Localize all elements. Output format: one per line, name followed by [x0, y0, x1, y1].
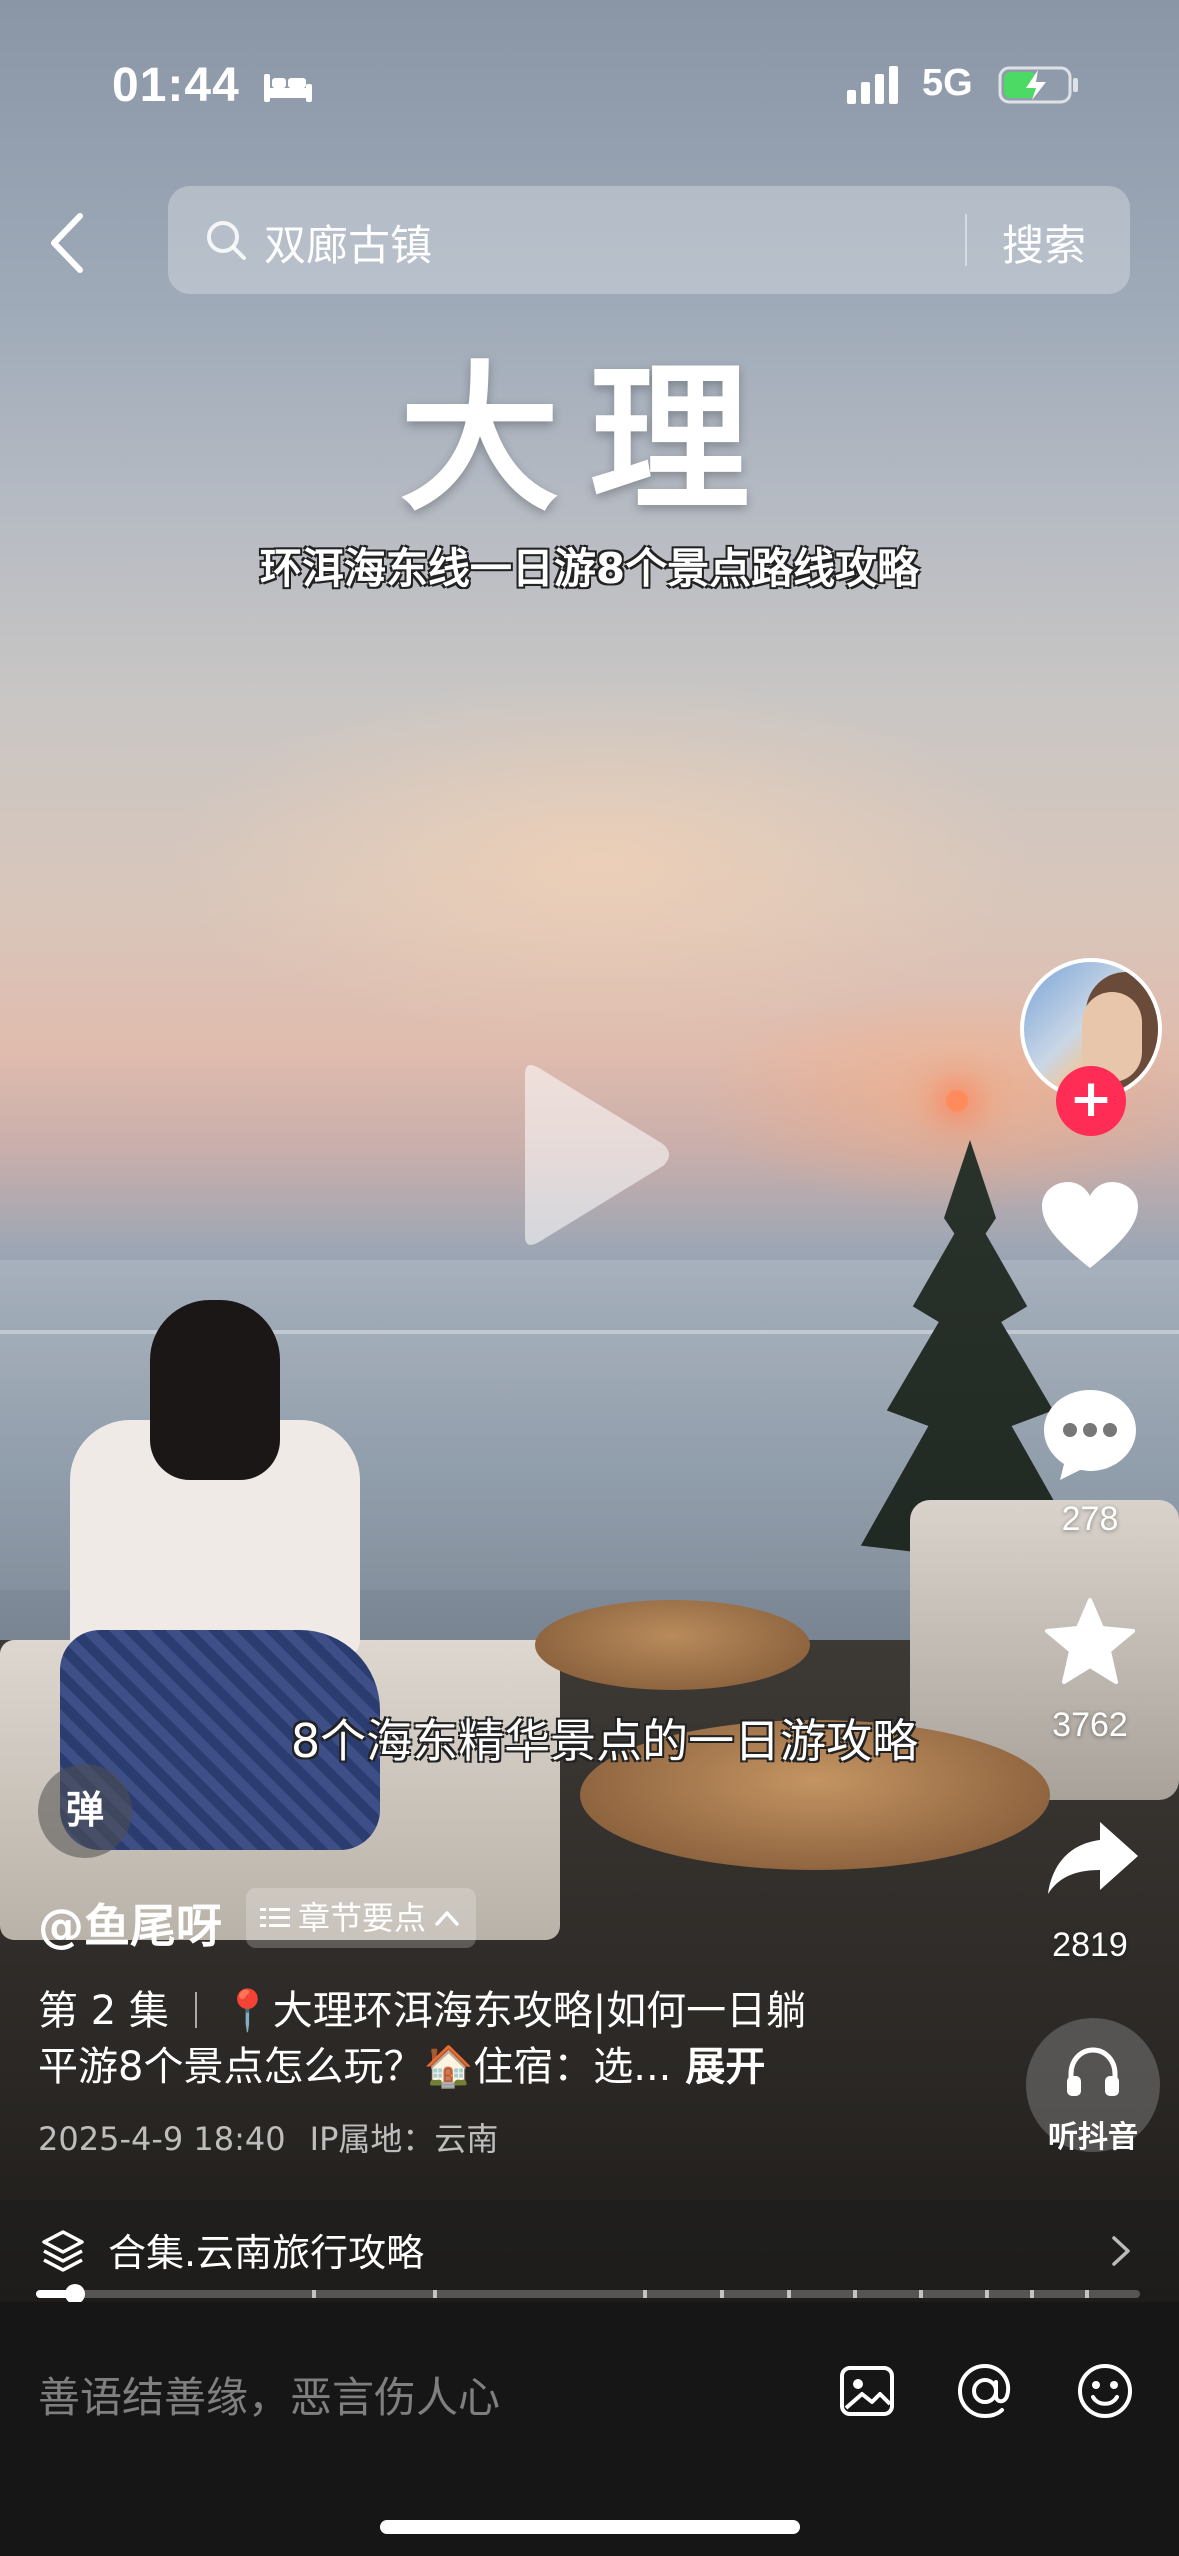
list-icon: [260, 1908, 290, 1927]
comment-bar: 善语结善缘，恶言伤人心: [0, 2302, 1179, 2556]
search-icon: [207, 221, 246, 260]
progress-chapter-mark[interactable]: [786, 2290, 791, 2298]
progress-chapter-mark[interactable]: [919, 2290, 924, 2298]
round-table-upper: [535, 1600, 810, 1690]
author-name[interactable]: @鱼尾呀: [38, 1890, 222, 1956]
search-input[interactable]: 双廊古镇 搜索: [168, 186, 1130, 294]
chevron-right-icon: [1112, 2236, 1130, 2266]
chapter-points-button[interactable]: 章节要点: [246, 1888, 477, 1948]
back-button[interactable]: [40, 208, 100, 278]
network-type: 5G: [922, 62, 973, 104]
progress-chapter-mark[interactable]: [720, 2290, 725, 2298]
episode-label: 第 2 集: [38, 1988, 169, 2034]
share-arrow-icon[interactable]: [1044, 1818, 1140, 1898]
listen-douyin-label: 听抖音: [1048, 2120, 1138, 2155]
share-count: 2819: [1052, 1926, 1128, 1964]
status-time: 01:44: [112, 59, 240, 112]
search-query: 双廊古镇: [264, 221, 433, 270]
follow-button[interactable]: +: [1056, 1066, 1126, 1136]
description-line-2[interactable]: 平游8个景点怎么玩？🏠住宿：选... 展开: [38, 2034, 765, 2092]
search-button[interactable]: 搜索: [1002, 212, 1086, 273]
search-divider: [965, 214, 967, 266]
expand-link[interactable]: 展开: [685, 2044, 765, 2090]
comment-count: 278: [1061, 1500, 1119, 1538]
chevron-up-icon: [435, 1911, 459, 1926]
post-date: 2025-4-9 18:40: [38, 2120, 286, 2158]
collection-bar[interactable]: 合集.云南旅行攻略: [0, 2200, 1179, 2300]
video-progress-bar[interactable]: [36, 2284, 1140, 2304]
image-icon[interactable]: [836, 2360, 898, 2422]
bed-icon: [264, 74, 312, 102]
chapter-points-label: 章节要点: [298, 1899, 427, 1937]
comment-bubble-icon[interactable]: [1040, 1386, 1140, 1482]
home-indicator: [380, 2520, 800, 2534]
like-heart-icon[interactable]: [1040, 1180, 1140, 1270]
collection-label: 合集.云南旅行攻略: [108, 2231, 425, 2275]
video-caption: 8个海东精华景点的一日游攻略: [290, 1714, 919, 1768]
emoji-icon[interactable]: [1074, 2360, 1136, 2422]
progress-chapter-mark[interactable]: [312, 2290, 316, 2298]
video-overlay-title: 大理: [399, 345, 780, 533]
comment-input[interactable]: 善语结善缘，恶言伤人心: [38, 2364, 500, 2425]
description-line-1[interactable]: 第 2 集 📍大理环洱海东攻略|如何一日躺: [38, 1978, 806, 2036]
progress-chapter-mark[interactable]: [852, 2290, 857, 2298]
battery-charging-icon: [998, 66, 1078, 104]
ip-location: IP属地：云南: [309, 2120, 499, 2158]
progress-chapter-mark[interactable]: [643, 2290, 648, 2298]
post-meta: 2025-4-9 18:40 IP属地：云南: [38, 2114, 498, 2160]
signal-icon: [847, 66, 898, 104]
play-icon[interactable]: [505, 1060, 675, 1250]
progress-chapter-mark[interactable]: [433, 2290, 438, 2298]
episode-divider: [194, 1992, 197, 2028]
description-text-2: 平游8个景点怎么玩？🏠住宿：选...: [38, 2044, 672, 2090]
favorite-count: 3762: [1052, 1706, 1128, 1744]
mention-icon[interactable]: [954, 2360, 1016, 2422]
progress-chapter-mark[interactable]: [1084, 2290, 1089, 2298]
progress-chapter-mark[interactable]: [1029, 2290, 1034, 2298]
progress-chapter-mark[interactable]: [985, 2290, 990, 2298]
headphones-icon: [1067, 2047, 1119, 2096]
description-text-1: 📍大理环洱海东攻略|如何一日躺: [222, 1988, 807, 2034]
layers-icon: [42, 2230, 84, 2272]
danmaku-toggle-button[interactable]: 弹: [38, 1764, 132, 1858]
progress-chapter-mark[interactable]: [80, 2290, 85, 2298]
video-overlay-subtitle: 环洱海东线一日游8个景点路线攻略: [259, 544, 920, 593]
sunset-sun: [946, 1090, 968, 1112]
status-bar: 01:44 5G: [0, 0, 1179, 150]
favorite-star-icon[interactable]: [1042, 1596, 1138, 1688]
woman-hair: [150, 1300, 280, 1480]
